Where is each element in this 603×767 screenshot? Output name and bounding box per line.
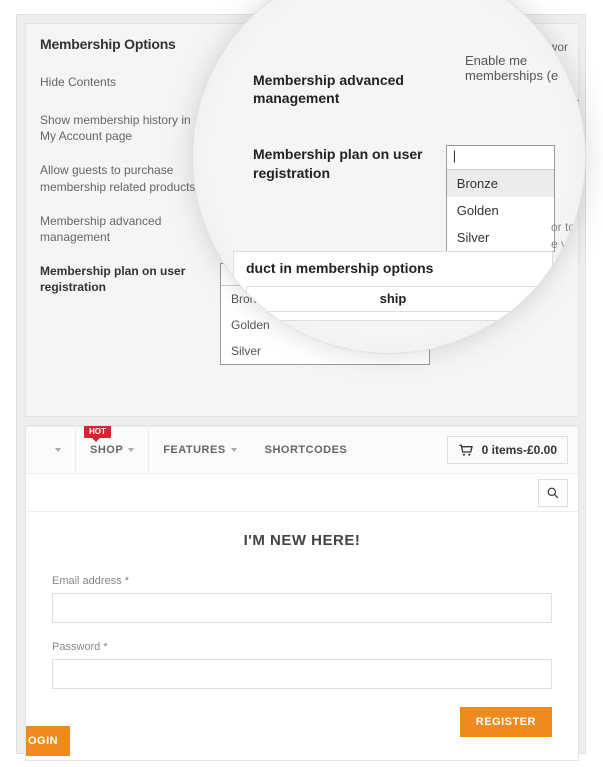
nav-shop[interactable]: SHOP: [75, 427, 149, 473]
register-button[interactable]: REGISTER: [460, 707, 552, 737]
password-label: Password *: [52, 641, 552, 653]
nav-shortcodes-label: SHORTCODES: [265, 444, 348, 456]
chevron-down-icon: [55, 448, 61, 452]
lens-product-text: duct in membership options: [246, 260, 433, 276]
lens-option-golden[interactable]: Golden: [447, 197, 554, 224]
email-field[interactable]: [52, 593, 552, 623]
lens-frag-enable: Enable me: [465, 53, 527, 68]
register-form: I'M NEW HERE! Email address * Password *…: [26, 512, 578, 761]
nav-shop-label: SHOP: [90, 444, 123, 456]
lens-product-strip: duct in membership options ship: [233, 251, 553, 321]
lens-option-bronze[interactable]: Bronze: [447, 170, 554, 197]
search-bar: [26, 474, 578, 512]
search-icon: [547, 487, 559, 499]
lens-product-inner: ship: [246, 286, 540, 312]
chevron-down-icon: [128, 448, 134, 452]
cart-items: 0 items: [482, 443, 523, 457]
lens-frag-orto: or to: [551, 219, 586, 236]
store-nav: HOT SHOP FEATURES SHORTCODES 0 items: [26, 426, 578, 474]
lens-top-right: wor ers. Enable me memberships (e My Ac …: [465, 1, 586, 155]
lens-frag-memberships: memberships (e: [465, 68, 586, 83]
lens-plan-row: Membership plan on user registration | B…: [253, 145, 555, 252]
login-button[interactable]: OGIN: [25, 726, 70, 756]
lens-frag-eyou: e you: [551, 236, 586, 253]
nav-shortcodes[interactable]: SHORTCODES: [251, 427, 362, 473]
cart-summary[interactable]: 0 items - £0.00: [447, 436, 568, 464]
lens-advanced-mgmt-label: Membership advanced management: [253, 71, 443, 107]
storefront-panel: HOT SHOP FEATURES SHORTCODES 0 items: [25, 425, 579, 761]
nav-prev[interactable]: [36, 427, 75, 473]
app-frame: Membership Options Hide Contents Hide al…: [16, 14, 586, 754]
lens-rt-fragments: or to e you: [551, 219, 586, 253]
lens-plan-dropdown[interactable]: | Bronze Golden Silver: [446, 145, 555, 252]
search-button[interactable]: [538, 479, 568, 507]
cart-icon: [458, 443, 474, 457]
settings-panel: Membership Options Hide Contents Hide al…: [25, 23, 579, 417]
register-title: I'M NEW HERE!: [52, 532, 552, 549]
lens-frag-myac: My Ac: [465, 85, 586, 97]
lens-frag-ut: ut: [465, 143, 586, 155]
chevron-down-icon: [231, 448, 237, 452]
cart-price: £0.00: [527, 443, 557, 457]
magnifier-lens: related wor ers. Enable me memberships (…: [192, 0, 586, 354]
email-label: Email address *: [52, 575, 552, 587]
nav-features-label: FEATURES: [163, 444, 225, 456]
password-field[interactable]: [52, 659, 552, 689]
nav-features[interactable]: FEATURES: [149, 427, 250, 473]
frag-ers2: ers.: [465, 35, 586, 47]
lens-option-silver[interactable]: Silver: [447, 224, 554, 251]
lens-plan-label: Membership plan on user registration: [253, 145, 444, 252]
frag-wor2: wor: [465, 1, 586, 15]
